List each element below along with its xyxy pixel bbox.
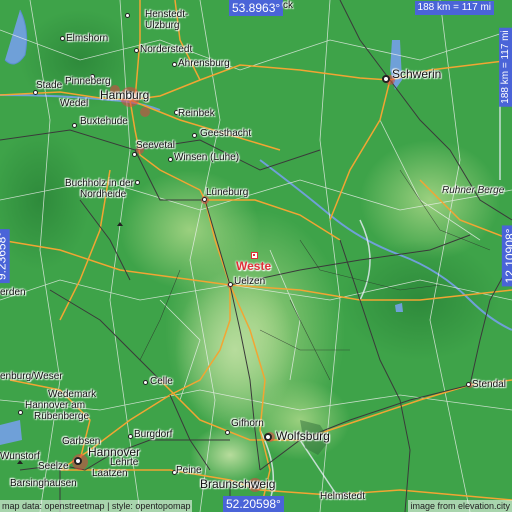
horizontal-scale: 188 km = 117 mi [414, 1, 494, 15]
city-dot [228, 282, 233, 287]
right-coordinate: 12.10908° [501, 225, 512, 287]
city-dot [132, 152, 137, 157]
place-label-gifhorn: Gifhorn [231, 418, 264, 429]
place-label-geesthacht: Geesthacht [200, 128, 252, 139]
city-dot [135, 180, 140, 185]
city-dot [134, 48, 139, 53]
target-label: Weste [236, 259, 272, 273]
place-label-winsen: Winsen (Luhe) [174, 152, 240, 163]
bottom-coordinate: 52.20598° [223, 496, 284, 512]
place-label-ahrensburg: Ahrensburg [178, 58, 230, 69]
place-label-nordheide: Nordheide [80, 189, 127, 200]
city-dot-major [382, 75, 390, 83]
place-label-ruhner-berge: Ruhner Berge [442, 185, 505, 196]
left-coordinate: 9.23658° [0, 228, 10, 284]
city-dot [225, 430, 230, 435]
place-label-buxtehude: Buxtehude [80, 116, 128, 127]
city-dot [172, 62, 177, 67]
place-label-hannover-am: Hannover am [25, 400, 86, 411]
image-attribution: image from elevation.city [408, 500, 512, 512]
place-label-seevetal: Seevetal [136, 140, 175, 151]
place-label-wunstorf: Wunstorf [0, 451, 40, 462]
place-label-helmstedt: Helmstedt [320, 491, 366, 502]
place-label-ck: ck [283, 0, 293, 11]
place-label-norderstedt: Norderstedt [140, 44, 193, 55]
place-label-uelzen: Uelzen [234, 276, 266, 287]
place-label-wedel: Wedel [60, 98, 89, 109]
place-label-lehrte: Lehrte [110, 457, 139, 468]
city-dot-major [264, 433, 272, 441]
top-coordinate: 53.8963° [229, 0, 284, 16]
city-dot-major [74, 457, 82, 465]
map-viewport[interactable]: 53.8963° 52.20598° 9.23658° 12.10908° 18… [0, 0, 512, 512]
vertical-scale: 188 km = 117 mi [498, 27, 512, 107]
place-label-nienburg: enburg/Weser [0, 371, 63, 382]
place-label-schwerin: Schwerin [392, 67, 442, 81]
place-label-ulzburg: Ulzburg [145, 20, 180, 31]
place-label-erden: erden [0, 287, 26, 298]
city-dot [128, 434, 133, 439]
place-label-stade: Stade [36, 80, 63, 91]
city-dot [192, 133, 197, 138]
place-label-burgdorf: Burgdorf [134, 429, 173, 440]
city-dot [72, 123, 77, 128]
city-dot [18, 410, 23, 415]
place-label-buchholz: Buchholz in der [65, 178, 134, 189]
place-label-hamburg: Hamburg [100, 88, 150, 102]
place-label-seelze: Seelze [38, 461, 69, 472]
place-label-henstedt: Henstedt- [145, 9, 189, 20]
place-label-barsinghausen: Barsinghausen [10, 478, 77, 489]
place-label-reinbek: Reinbek [178, 108, 215, 119]
place-label-wedemark: Wedemark [48, 389, 97, 400]
place-label-stendal: Stendal [472, 379, 506, 390]
place-label-pinneberg: Pinneberg [65, 76, 111, 87]
place-label-peine: Peine [176, 465, 202, 476]
city-dot [168, 157, 173, 162]
place-label-laatzen: Laatzen [92, 468, 128, 479]
city-dot [125, 13, 130, 18]
place-label-celle: Celle [150, 376, 173, 387]
place-label-rubenberge: Rübenberge [34, 411, 90, 422]
map-attribution: map data: openstreetmap | style: opentop… [0, 500, 193, 512]
place-label-wolfsburg: Wolfsburg [276, 429, 330, 443]
place-label-braunschweig: Braunschweig [200, 477, 276, 491]
city-dot [60, 36, 65, 41]
place-label-elmshorn: Elmshorn [66, 33, 109, 44]
place-label-luneburg: Lüneburg [206, 187, 249, 198]
target-location-marker[interactable] [251, 252, 258, 259]
city-dot [466, 382, 471, 387]
city-dot [143, 380, 148, 385]
